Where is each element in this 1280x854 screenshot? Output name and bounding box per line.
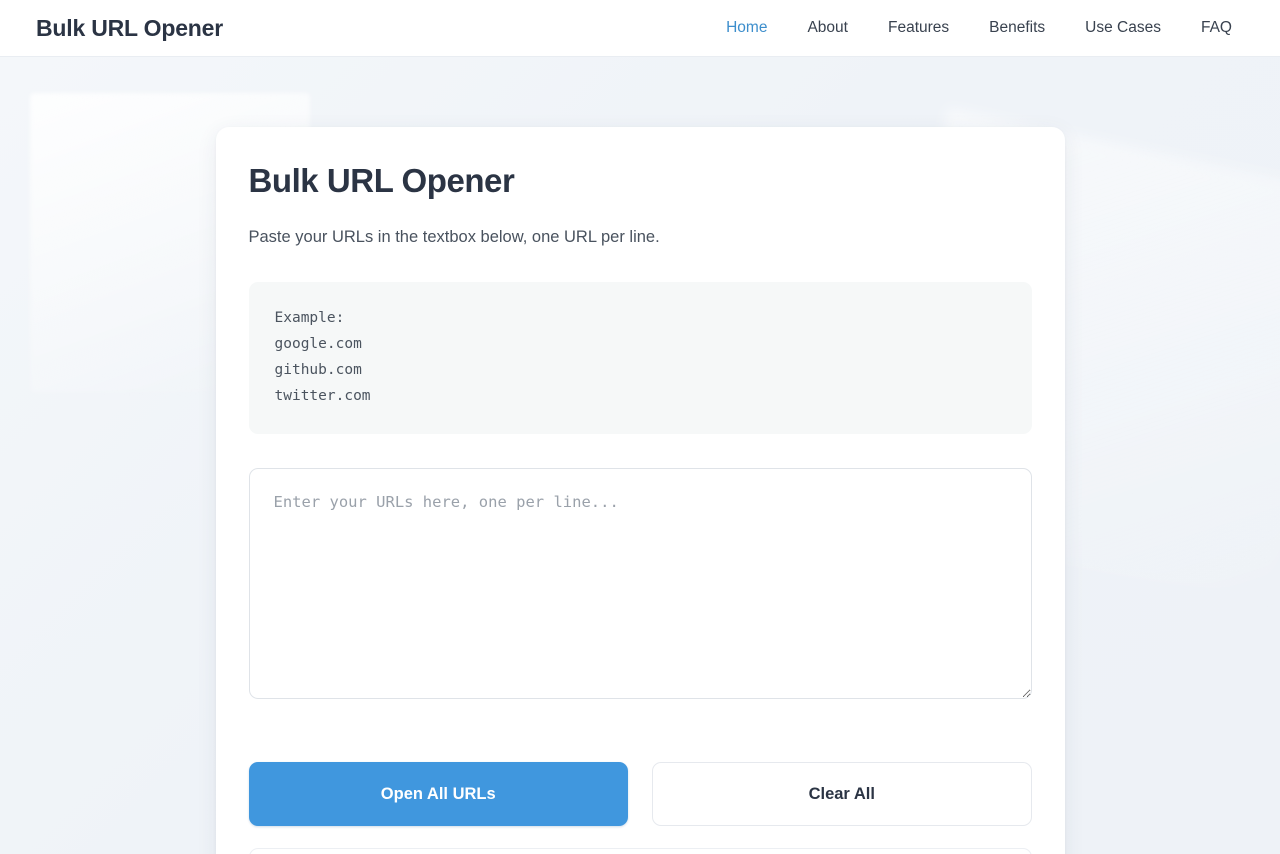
- bulk-url-opener-card: Bulk URL Opener Paste your URLs in the t…: [215, 127, 1065, 854]
- example-block: Example: google.com github.com twitter.c…: [248, 282, 1032, 435]
- page-subtitle: Paste your URLs in the textbox below, on…: [248, 227, 660, 246]
- clear-all-button[interactable]: Clear All: [652, 762, 1032, 827]
- example-url-2: github.com: [274, 362, 362, 379]
- example-label: Example:: [274, 310, 345, 327]
- page-main: Bulk URL Opener Paste your URLs in the t…: [0, 57, 1280, 854]
- example-url-1: google.com: [274, 336, 362, 353]
- nav-item-home[interactable]: Home: [706, 13, 787, 43]
- url-input-textarea[interactable]: [248, 468, 1032, 700]
- nav-item-faq[interactable]: FAQ: [1181, 13, 1244, 43]
- site-header: Bulk URL Opener Home About Features Bene…: [0, 0, 1280, 57]
- nav-item-benefits[interactable]: Benefits: [969, 13, 1065, 43]
- open-all-urls-button[interactable]: Open All URLs: [248, 762, 628, 827]
- main-navigation: Home About Features Benefits Use Cases F…: [706, 13, 1244, 43]
- nav-item-use-cases[interactable]: Use Cases: [1065, 13, 1181, 43]
- nav-item-about[interactable]: About: [787, 13, 868, 43]
- brand-logo[interactable]: Bulk URL Opener: [36, 15, 223, 42]
- nav-item-features[interactable]: Features: [868, 13, 969, 43]
- below-fold-panel: [248, 848, 1032, 854]
- page-title: Bulk URL Opener: [248, 162, 515, 199]
- example-url-3: twitter.com: [274, 388, 371, 405]
- action-buttons: Open All URLs Clear All: [248, 762, 1032, 827]
